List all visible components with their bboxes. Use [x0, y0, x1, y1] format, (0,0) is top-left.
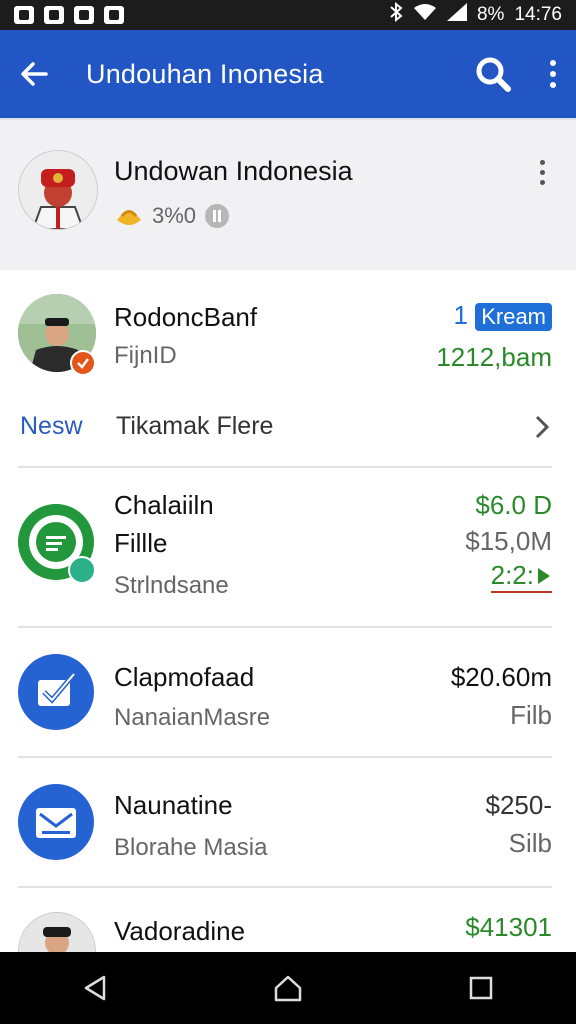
- mail-icon: [18, 784, 94, 860]
- profile-header[interactable]: Undowan Indonesia 3%0: [0, 118, 576, 270]
- clock: 14:76: [514, 4, 562, 25]
- points-value: 3%0: [152, 203, 197, 228]
- coin-icon: [117, 210, 141, 225]
- badge-count: 1: [453, 300, 468, 330]
- item-subtitle: Strlndsane: [114, 572, 229, 599]
- new-item-text: Tikamak Flere: [116, 412, 274, 440]
- item-subtitle: Blorahe Masia: [114, 834, 268, 861]
- nav-recents-button[interactable]: [468, 975, 494, 1001]
- battery-level: 8%: [476, 4, 505, 25]
- small-badge-icon: [68, 556, 96, 584]
- item-badge-area: 1 Kream: [453, 300, 552, 331]
- verified-badge-icon: [70, 350, 96, 376]
- nav-home-icon: [274, 975, 302, 1002]
- list-item[interactable]: Chalaiiln Fillle Strlndsane $6.0 D $15,0…: [0, 468, 576, 626]
- item-title-line2: Fillle: [114, 528, 168, 558]
- list-item[interactable]: Vadoradine $41301: [0, 888, 576, 952]
- more-vert-icon: [550, 60, 556, 88]
- nav-recents-icon: [469, 976, 492, 1000]
- notification-icon: [44, 6, 64, 24]
- item-title: Naunatine: [114, 790, 233, 820]
- status-badge: Kream: [475, 303, 552, 331]
- item-amount: $250-: [485, 790, 553, 820]
- notification-icon: [14, 6, 34, 24]
- message-icon: [18, 654, 94, 730]
- bluetooth-icon: [389, 1, 403, 28]
- item-subtitle: NanaianMasre: [114, 704, 271, 731]
- item-amount: $6.0 D: [475, 490, 552, 520]
- nav-back-icon: [85, 975, 106, 1001]
- status-bar: 8% 14:76: [0, 0, 576, 30]
- more-options-button[interactable]: [548, 58, 558, 90]
- page-title: Undouhan Inonesia: [86, 58, 324, 89]
- list-item[interactable]: Naunatine Blorahe Masia $250- Silb: [0, 758, 576, 886]
- list-item[interactable]: RodoncBanf FijnID 1 Kream 1212,bam: [0, 272, 576, 392]
- back-button[interactable]: [18, 58, 50, 90]
- list-item[interactable]: Clapmofaad NanaianMasre $20.60m Filb: [0, 628, 576, 756]
- back-arrow-icon: [21, 62, 48, 86]
- item-amount: 1212,bam: [436, 342, 552, 372]
- notification-icon: [74, 6, 94, 24]
- item-title: Vadoradine: [114, 916, 246, 946]
- item-subtitle: FijnID: [114, 342, 177, 369]
- trend-arrow-icon: [538, 567, 550, 584]
- nav-home-button[interactable]: [273, 974, 303, 1002]
- signal-icon: [446, 3, 467, 27]
- item-amount-secondary: Silb: [508, 828, 552, 858]
- profile-name: Undowan Indonesia: [114, 156, 353, 186]
- item-amount-secondary: $15,0M: [465, 526, 552, 556]
- chevron-right-icon: [535, 415, 550, 439]
- item-amount: $20.60m: [450, 662, 552, 692]
- profile-meta: 3%0: [114, 202, 230, 230]
- item-trend: 2:2:: [490, 560, 552, 593]
- notification-icon: [104, 6, 124, 24]
- avatar: [18, 912, 96, 952]
- new-items-row[interactable]: Nesw Tikamak Flere: [0, 392, 576, 466]
- wifi-icon: [413, 3, 437, 27]
- item-amount-secondary: Filb: [510, 700, 552, 730]
- app-bar: Undouhan Inonesia: [0, 30, 576, 118]
- nav-back-button[interactable]: [82, 974, 108, 1002]
- item-title: Clapmofaad: [114, 662, 255, 692]
- item-title: Chalaiiln: [114, 490, 214, 520]
- search-button[interactable]: [474, 55, 512, 93]
- system-nav-bar: [0, 952, 576, 1024]
- item-title: RodoncBanf: [114, 302, 258, 332]
- new-label: Nesw: [20, 412, 83, 440]
- item-amount: $41301: [465, 912, 552, 942]
- profile-avatar: [18, 150, 98, 230]
- search-icon: [476, 57, 511, 92]
- trend-value: 2:2:: [490, 560, 534, 590]
- info-icon: [205, 204, 230, 228]
- profile-more-icon[interactable]: [538, 160, 546, 185]
